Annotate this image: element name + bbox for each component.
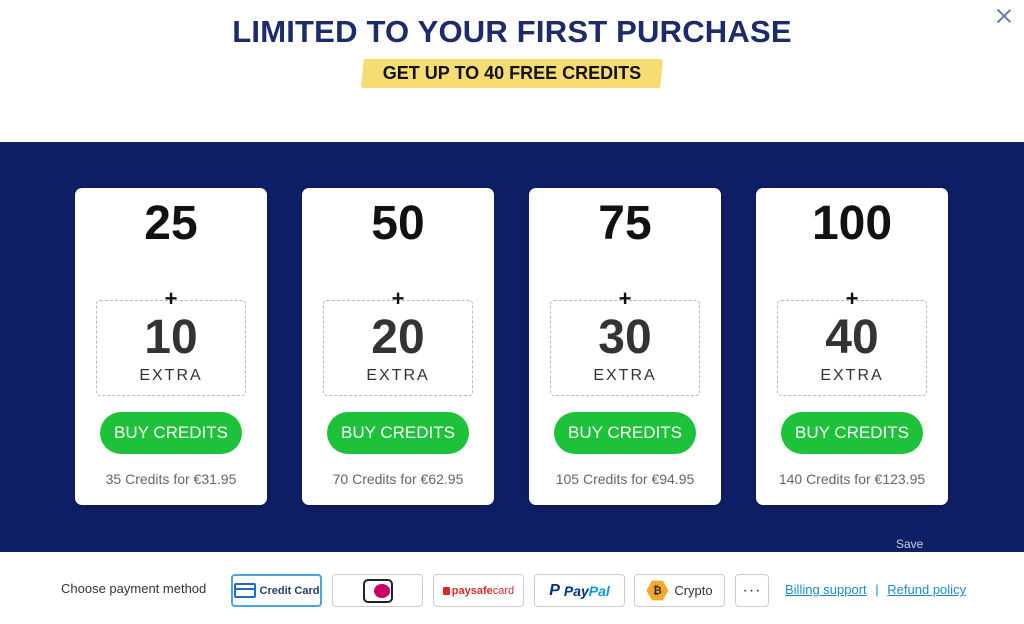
plus-sign: +: [845, 286, 859, 311]
bonus-credits: 20: [371, 311, 425, 364]
paypal-icon: P: [549, 581, 560, 599]
bonus-credits: 30: [598, 311, 652, 364]
credit-card-icon: [233, 583, 256, 598]
extra-label: EXTRA: [139, 367, 203, 384]
ribbon-wrap: GET UP TO 40 FREE CREDITS: [0, 59, 1024, 88]
payment-label: Credit Card: [259, 584, 320, 597]
buy-credits-button[interactable]: BUY CREDITS: [554, 412, 696, 454]
bonus-credits: 10: [144, 311, 198, 364]
base-credits: 25: [144, 197, 198, 250]
billing-support-link[interactable]: Billing support: [785, 582, 867, 597]
save-ghost-text: Save: [896, 537, 924, 551]
payment-paysafecard[interactable]: paysafecard: [433, 574, 524, 607]
payment-ideal[interactable]: [332, 574, 423, 607]
page-title: LIMITED TO YOUR FIRST PURCHASE: [232, 14, 792, 49]
price-text: 70 Credits for €62.95: [332, 471, 464, 487]
extra-label: EXTRA: [820, 367, 884, 384]
offer-card-100: 100 + 40 EXTRA BUY CREDITS 140 Credits f…: [756, 188, 948, 505]
base-credits: 75: [598, 197, 652, 250]
more-icon: ···: [742, 581, 762, 599]
payment-footer: Choose payment method Credit Card paysaf…: [0, 570, 1024, 610]
extra-label: EXTRA: [593, 367, 657, 384]
footer-links: Billing support | Refund policy: [785, 582, 966, 597]
payment-credit-card[interactable]: Credit Card: [231, 574, 322, 607]
plus-sign: +: [391, 286, 405, 311]
extra-label: EXTRA: [366, 367, 430, 384]
bitcoin-icon: ₿: [646, 580, 669, 601]
purchase-modal: LIMITED TO YOUR FIRST PURCHASE GET UP TO…: [0, 0, 1024, 624]
choose-payment-label: Choose payment method: [61, 581, 207, 596]
promo-ribbon: GET UP TO 40 FREE CREDITS: [360, 59, 664, 88]
lock-icon: [442, 586, 450, 595]
bonus-credits: 40: [825, 311, 879, 364]
payment-crypto[interactable]: ₿ Crypto: [634, 574, 725, 607]
price-text: 35 Credits for €31.95: [105, 471, 237, 487]
ideal-icon: [362, 578, 393, 603]
buy-credits-button[interactable]: BUY CREDITS: [781, 412, 923, 454]
buy-credits-button[interactable]: BUY CREDITS: [100, 412, 242, 454]
payment-paypal[interactable]: P PayPal: [534, 574, 625, 607]
buy-credits-button[interactable]: BUY CREDITS: [327, 412, 469, 454]
payment-more[interactable]: ···: [735, 574, 769, 607]
payment-label: PayPal: [563, 582, 610, 599]
plus-sign: +: [164, 286, 178, 311]
payment-label: paysafecard: [451, 584, 515, 597]
base-credits: 100: [811, 197, 893, 250]
offer-card-75: 75 + 30 EXTRA BUY CREDITS 105 Credits fo…: [529, 188, 721, 505]
base-credits: 50: [371, 197, 425, 250]
payment-label: Crypto: [674, 583, 713, 598]
refund-policy-link[interactable]: Refund policy: [887, 582, 966, 597]
price-text: 105 Credits for €94.95: [555, 471, 695, 487]
offer-card-50: 50 + 20 EXTRA BUY CREDITS 70 Credits for…: [302, 188, 494, 505]
price-text: 140 Credits for €123.95: [778, 471, 926, 487]
link-separator: |: [875, 582, 879, 597]
offer-card-25: 25 + 10 EXTRA BUY CREDITS 35 Credits for…: [75, 188, 267, 505]
plus-sign: +: [618, 286, 632, 311]
